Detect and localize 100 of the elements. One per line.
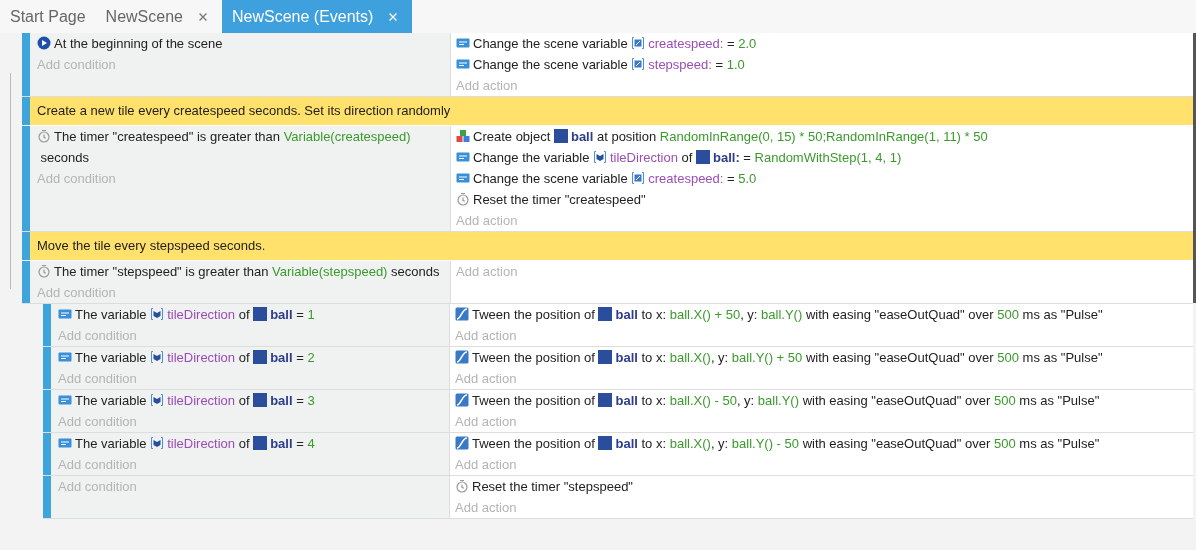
variable-name: tileDirection: [610, 150, 678, 165]
expression-text: 4: [307, 435, 315, 453]
action-text: , y:: [710, 435, 730, 453]
add-condition-link[interactable]: Add condition: [58, 371, 137, 386]
expression-text: 2: [307, 349, 315, 367]
action-text: to x:: [640, 349, 668, 367]
condition-text: The variable: [75, 349, 148, 367]
add-action-link[interactable]: Add action: [456, 213, 518, 228]
add-action-link[interactable]: Add action: [455, 328, 517, 343]
action-text: ms as "Pulse": [1018, 435, 1100, 453]
condition-text: of: [237, 349, 251, 367]
variable-name: tileDirection: [167, 393, 236, 408]
tween-curve-icon: [455, 393, 469, 407]
expression-text: Variable(createspeed): [283, 128, 411, 146]
object-icon: [598, 393, 613, 407]
condition-text: The variable: [75, 306, 148, 324]
expression-text: 1: [307, 306, 315, 324]
action-text: Change the variable: [473, 149, 591, 167]
condition-text: of: [237, 392, 251, 410]
add-action-link[interactable]: Add action: [455, 457, 517, 472]
condition-text: The timer "stepspeed" is greater than: [54, 263, 270, 281]
object-variable-icon: [593, 150, 607, 164]
variable-name: createspeed:: [648, 36, 724, 51]
add-action-link[interactable]: Add action: [456, 264, 518, 279]
add-condition-link[interactable]: Add condition: [58, 328, 137, 343]
add-action-link[interactable]: Add action: [455, 414, 517, 429]
object-name: ball: [270, 436, 293, 451]
action-text: ms as "Pulse": [1018, 392, 1100, 410]
object-name: ball: [615, 436, 638, 451]
object-name: ball: [615, 393, 638, 408]
add-condition-link[interactable]: Add condition: [37, 171, 116, 186]
expression-text: ball.Y(): [761, 306, 803, 324]
tab[interactable]: NewScene: [95, 0, 222, 33]
add-condition-link[interactable]: Add condition: [58, 414, 137, 429]
action-text: =: [726, 170, 736, 188]
tab[interactable]: Start Page: [0, 0, 96, 33]
object-name: ball:: [713, 150, 740, 165]
condition-text: The variable: [75, 392, 148, 410]
condition-text: The variable: [75, 435, 148, 453]
action-text: at position: [595, 128, 658, 146]
stopwatch-icon: [37, 129, 51, 143]
action-text: ms as "Pulse": [1021, 349, 1103, 367]
condition-text: seconds: [39, 149, 90, 167]
add-action-link[interactable]: Add action: [455, 500, 517, 515]
tween-curve-icon: [455, 307, 469, 321]
object-name: ball: [615, 350, 638, 365]
scene-variable-icon: [631, 171, 646, 185]
action-text: Create object: [473, 128, 552, 146]
variable-name: tileDirection: [167, 436, 236, 451]
action-text: Change the scene variable: [473, 170, 629, 188]
object-icon: [253, 393, 268, 407]
variable-icon: [456, 36, 470, 50]
condition-text: =: [295, 392, 305, 410]
object-name: ball: [270, 393, 293, 408]
expression-text: 500: [997, 306, 1019, 324]
condition-text: =: [295, 349, 305, 367]
variable-icon: [456, 171, 470, 185]
condition-text: The timer "createspeed" is greater than: [54, 128, 281, 146]
expression-text: ball.Y() - 50: [731, 435, 800, 453]
expression-text: ball.Y(): [757, 392, 800, 410]
action-text: , y:: [740, 306, 759, 324]
action-text: of: [680, 149, 694, 167]
expression-text: ball.X() - 50: [669, 392, 737, 410]
action-text: , y:: [710, 349, 730, 367]
variable-icon: [456, 57, 470, 71]
action-text: =: [714, 56, 725, 74]
action-text: Reset the timer "createspeed": [473, 191, 646, 209]
object-icon: [553, 129, 568, 143]
scene-variable-icon: [631, 57, 646, 71]
add-condition-link[interactable]: Add condition: [58, 457, 137, 472]
expression-text: 3: [307, 392, 315, 410]
action-text: with easing "easeOutQuad" over: [801, 392, 992, 410]
add-action-link[interactable]: Add action: [455, 371, 517, 386]
add-condition-link[interactable]: Add condition: [37, 285, 116, 300]
condition-text: =: [295, 306, 305, 324]
tab[interactable]: NewScene (Events): [222, 0, 413, 33]
object-name: ball: [270, 307, 293, 322]
action-text: to x:: [640, 435, 668, 453]
object-variable-icon: [150, 350, 165, 364]
stopwatch-icon: [37, 264, 51, 278]
expression-text: RandomInRange(0, 15) * 50;RandomInRange(1, 11) * 50: [659, 128, 988, 146]
action-text: Change the scene variable: [473, 56, 629, 74]
add-condition-link[interactable]: Add condition: [58, 479, 137, 494]
action-text: Tween the position of: [472, 392, 596, 410]
add-action-link[interactable]: Add action: [456, 78, 518, 93]
action-text: with easing "easeOutQuad" over: [801, 435, 992, 453]
condition-text: At the beginning of the scene: [54, 35, 223, 53]
variable-icon: [456, 150, 470, 164]
action-text: Tween the position of: [472, 306, 596, 324]
add-condition-link[interactable]: Add condition: [37, 57, 116, 72]
expression-text: RandomWithStep(1, 4, 1): [754, 149, 902, 167]
object-icon: [598, 436, 613, 450]
tween-curve-icon: [455, 436, 469, 450]
action-text: Tween the position of: [472, 349, 596, 367]
stopwatch-icon: [455, 479, 469, 493]
expression-text: 500: [994, 392, 1016, 410]
condition-text: seconds: [390, 263, 440, 281]
variable-name: tileDirection: [167, 350, 236, 365]
action-text: Tween the position of: [472, 435, 596, 453]
action-text: =: [742, 149, 752, 167]
